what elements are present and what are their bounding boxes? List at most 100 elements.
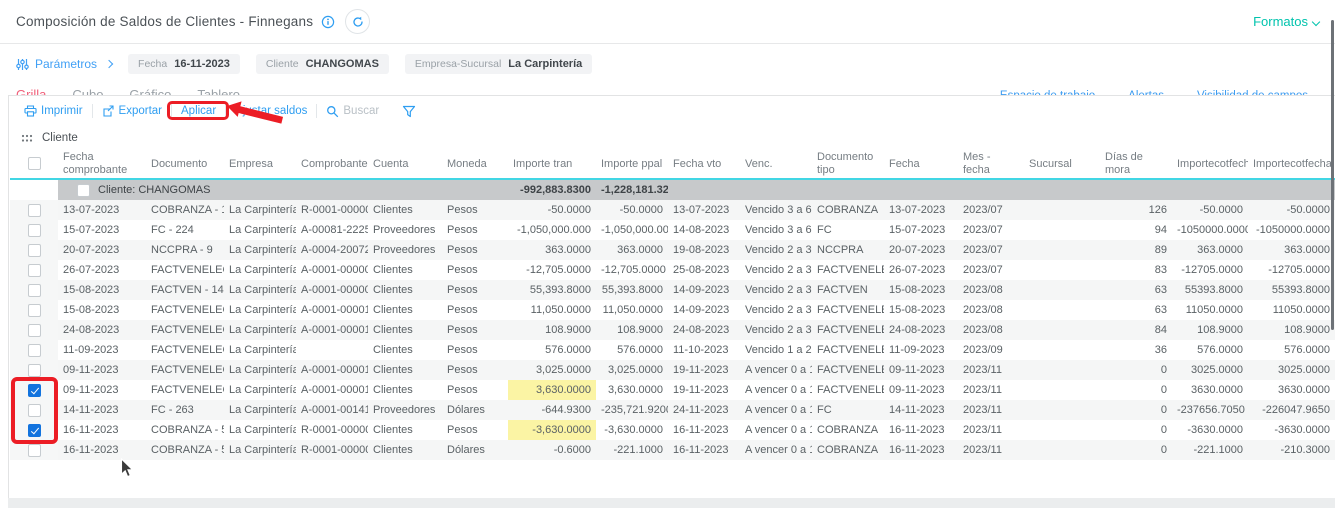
toolbar-filter[interactable] <box>388 105 425 118</box>
toolbar-imprimir[interactable]: Imprimir <box>15 105 92 117</box>
cell-fecha: 15-07-2023 <box>884 220 958 240</box>
vertical-scrollbar-thumb[interactable] <box>1331 20 1334 330</box>
param-chip[interactable]: Fecha16-11-2023 <box>128 54 240 74</box>
column-header-documento[interactable]: Documento <box>146 150 224 179</box>
row-checkbox[interactable] <box>28 384 41 397</box>
cell-dias_mora: 63 <box>1100 280 1172 300</box>
row-checkbox[interactable] <box>28 444 41 457</box>
column-header-fecha_vto[interactable]: Fecha vto <box>668 150 740 179</box>
cell-comprobante <box>296 340 368 360</box>
column-header-importecotfecha_1[interactable]: Importecotfecha <box>1172 150 1248 179</box>
table-row[interactable]: 16-11-2023COBRANZA - 5La CarpinteríaR-00… <box>10 420 1335 440</box>
group-row-label: Cliente: CHANGOMAS <box>98 184 210 196</box>
column-header-venc[interactable]: Venc. <box>740 150 812 179</box>
table-row[interactable]: 15-08-2023FACTVENELECLa CarpinteríaA-000… <box>10 300 1335 320</box>
cell-venc: Vencido 2 a 3 r <box>740 240 812 260</box>
toolbar-aplicar[interactable]: Aplicar <box>172 105 225 117</box>
cell-fecha: 09-11-2023 <box>884 380 958 400</box>
cell-mes_fecha: 2023/11 <box>958 360 1024 380</box>
column-header-moneda[interactable]: Moneda <box>442 150 508 179</box>
table-row[interactable]: 16-11-2023COBRANZA - 5La CarpinteríaR-00… <box>10 440 1335 460</box>
column-header-fecha_comprobante[interactable]: Fecha comprobante <box>58 150 146 179</box>
cell-dias_mora: 0 <box>1100 420 1172 440</box>
row-checkbox[interactable] <box>28 284 41 297</box>
cell-importe_ppal: 3,630.0000 <box>596 380 668 400</box>
toolbar-buscar[interactable]: Buscar <box>317 105 388 118</box>
cell-importecotfecha_1: -3630.0000 <box>1172 420 1248 440</box>
row-checkbox[interactable] <box>28 224 41 237</box>
cell-dias_mora: 0 <box>1100 400 1172 420</box>
column-header-empresa[interactable]: Empresa <box>224 150 296 179</box>
select-all-checkbox[interactable] <box>28 157 41 170</box>
column-header-comprobante[interactable]: Comprobante <box>296 150 368 179</box>
row-checkbox[interactable] <box>28 344 41 357</box>
table-row[interactable]: 09-11-2023FACTVENELECLa CarpinteríaA-000… <box>10 360 1335 380</box>
group-row[interactable]: Cliente: CHANGOMAS-992,883.8300-1,228,18… <box>10 179 1335 200</box>
table-row[interactable]: 26-07-2023FACTVENELECLa CarpinteríaA-000… <box>10 260 1335 280</box>
cell-fecha_vto: 19-08-2023 <box>668 240 740 260</box>
column-header-fecha[interactable]: Fecha <box>884 150 958 179</box>
group-chip[interactable]: Cliente <box>42 132 78 144</box>
cell-fecha_vto: 25-08-2023 <box>668 260 740 280</box>
cell-moneda: Pesos <box>442 240 508 260</box>
cell-select <box>10 380 58 400</box>
formatos-menu[interactable]: Formatos <box>1253 14 1319 29</box>
cell-dias_mora: 89 <box>1100 240 1172 260</box>
column-header-documento_tipo[interactable]: Documento tipo <box>812 150 884 179</box>
column-header-dias_mora[interactable]: Días de mora <box>1100 150 1172 179</box>
table-row[interactable]: 14-11-2023FC - 263La CarpinteríaA-0001-0… <box>10 400 1335 420</box>
parameters-toggle[interactable]: Parámetros <box>16 57 112 71</box>
param-chip[interactable]: Empresa-SucursalLa Carpintería <box>405 54 592 74</box>
table-row[interactable]: 09-11-2023FACTVENELECLa CarpinteríaA-000… <box>10 380 1335 400</box>
table-row[interactable]: 20-07-2023NCCPRA - 9La CarpinteríaA-0004… <box>10 240 1335 260</box>
app-window: Composición de Saldos de Clientes - Finn… <box>0 0 1335 508</box>
row-checkbox[interactable] <box>28 364 41 377</box>
cell-cuenta: Clientes <box>368 420 442 440</box>
column-header-importe_ppal[interactable]: Importe ppal <box>596 150 668 179</box>
cell-sucursal <box>1024 300 1100 320</box>
table-row[interactable]: 15-08-2023FACTVEN - 141La CarpinteríaA-0… <box>10 280 1335 300</box>
cell-importe_tran: 363.0000 <box>508 240 596 260</box>
param-chip[interactable]: ClienteCHANGOMAS <box>256 54 389 74</box>
row-checkbox[interactable] <box>28 324 41 337</box>
cell-select <box>10 440 58 460</box>
cell-venc: A vencer 0 a 1 <box>740 360 812 380</box>
row-checkbox[interactable] <box>28 404 41 417</box>
row-checkbox[interactable] <box>28 204 41 217</box>
cell-select <box>10 320 58 340</box>
cell-importe_tran: 3,025.0000 <box>508 360 596 380</box>
cell-fecha_vto: 16-11-2023 <box>668 420 740 440</box>
row-checkbox[interactable] <box>28 264 41 277</box>
table-row[interactable]: 24-08-2023FACTVENELECLa CarpinteríaA-000… <box>10 320 1335 340</box>
cell-importe_tran: -644.9300 <box>508 400 596 420</box>
cell-fecha_vto: 14-09-2023 <box>668 280 740 300</box>
column-header-importe_tran[interactable]: Importe tran <box>508 150 596 179</box>
cell-importecotfecha_1: 55393.8000 <box>1172 280 1248 300</box>
row-checkbox[interactable] <box>28 424 41 437</box>
column-header-mes_fecha[interactable]: Mes - fecha <box>958 150 1024 179</box>
column-header-select[interactable] <box>10 150 58 179</box>
info-icon[interactable] <box>321 15 335 29</box>
column-header-sucursal[interactable]: Sucursal <box>1024 150 1100 179</box>
cell-venc: A vencer 0 a 1 <box>740 400 812 420</box>
cell-empresa: La Carpintería <box>224 280 296 300</box>
refresh-button[interactable] <box>345 9 370 34</box>
toolbar-exportar[interactable]: Exportar <box>93 105 171 117</box>
toolbar-ajustar-saldos[interactable]: Ajustar saldos <box>226 105 316 117</box>
row-checkbox[interactable] <box>28 244 41 257</box>
table-row[interactable]: 13-07-2023COBRANZA - 1La CarpinteríaR-00… <box>10 200 1335 220</box>
cell-fecha_vto: 16-11-2023 <box>668 440 740 460</box>
column-header-importecotfecha_2[interactable]: Importecotfecha <box>1248 150 1335 179</box>
cell-moneda: Pesos <box>442 360 508 380</box>
param-chip-label: Fecha <box>138 58 167 70</box>
cell-fecha_comprobante: 09-11-2023 <box>58 380 146 400</box>
row-checkbox[interactable] <box>28 304 41 317</box>
cell-importecotfecha_1: -50.0000 <box>1172 200 1248 220</box>
param-chip-value: CHANGOMAS <box>306 58 379 70</box>
table-row[interactable]: 15-07-2023FC - 224La CarpinteríaA-00081-… <box>10 220 1335 240</box>
group-checkbox[interactable] <box>77 184 90 197</box>
cell-sucursal <box>1024 220 1100 240</box>
table-row[interactable]: 11-09-2023FACTVENELECLa CarpinteríaClien… <box>10 340 1335 360</box>
cell-fecha: 09-11-2023 <box>884 360 958 380</box>
column-header-cuenta[interactable]: Cuenta <box>368 150 442 179</box>
